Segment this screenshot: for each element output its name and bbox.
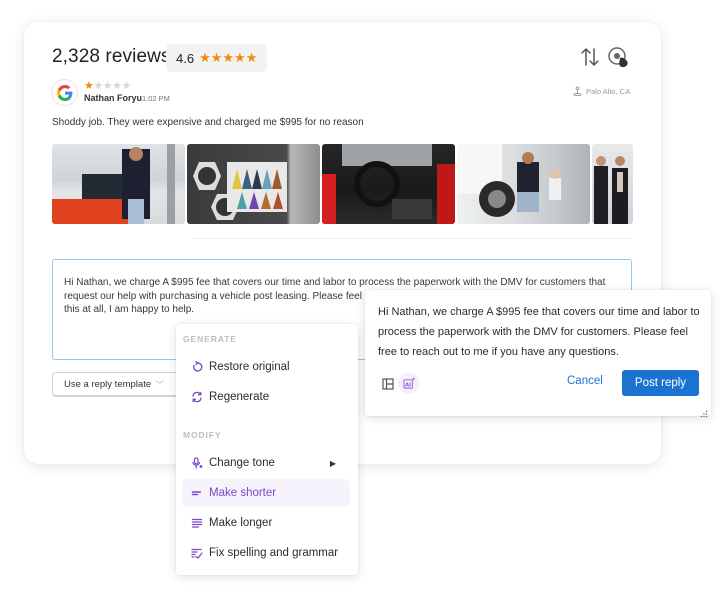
review-author: Nathan Foryu	[84, 93, 143, 103]
rating-stars: ★★★★★	[199, 50, 258, 65]
post-reply-button[interactable]: Post reply	[622, 370, 699, 396]
ai-options-menu: GENERATE Restore original Regenerate MOD…	[176, 324, 358, 575]
menu-item-fix-spelling[interactable]: Fix spelling and grammar	[182, 539, 350, 567]
review-location: Palo Alto, CA	[572, 86, 630, 97]
reviews-count: 2,328 reviews	[52, 46, 171, 67]
menu-section-generate: GENERATE	[183, 334, 237, 344]
menu-item-label: Regenerate	[209, 391, 270, 403]
menu-item-restore-original[interactable]: Restore original	[182, 353, 350, 381]
menu-item-change-tone[interactable]: Change tone ▶	[182, 449, 350, 477]
menu-item-make-shorter[interactable]: Make shorter	[182, 479, 350, 507]
sort-arrows-icon[interactable]	[579, 46, 601, 68]
review-star-filled: ★	[84, 80, 94, 92]
review-text: Shoddy job. They were expensive and char…	[52, 117, 364, 128]
regenerate-icon	[192, 391, 202, 403]
submenu-arrow-icon: ▶	[329, 458, 336, 468]
review-photo[interactable]	[457, 144, 590, 224]
review-photo[interactable]	[52, 144, 185, 224]
menu-item-label: Restore original	[209, 361, 290, 373]
shorter-icon	[191, 491, 202, 496]
resize-handle-icon[interactable]	[700, 405, 708, 418]
review-star-empty: ★★★★	[93, 80, 131, 92]
target-cursor-icon[interactable]	[607, 46, 631, 70]
review-photos	[52, 144, 633, 224]
review-photo[interactable]	[322, 144, 455, 224]
section-divider	[192, 238, 632, 239]
spelling-icon	[191, 548, 203, 559]
chevron-down-icon: ﹀	[155, 379, 165, 390]
menu-item-label: Fix spelling and grammar	[209, 547, 339, 559]
location-text: Palo Alto, CA	[586, 87, 631, 96]
google-icon	[52, 80, 77, 105]
popup-reply-text: Hi Nathan, we charge A $995 fee that cov…	[378, 306, 700, 358]
menu-item-label: Make shorter	[209, 487, 277, 499]
review-time: 1:02 PM	[142, 94, 170, 103]
menu-item-regenerate[interactable]: Regenerate	[182, 383, 350, 411]
reply-template-label: Use a reply template	[64, 378, 152, 390]
svg-text:AI: AI	[405, 382, 411, 388]
location-pin-icon	[573, 86, 582, 96]
layout-panel-icon[interactable]	[382, 377, 394, 390]
review-stars: ★★★★★	[84, 79, 131, 92]
menu-section-modify: MODIFY	[183, 430, 222, 440]
rating-value: 4.6	[176, 50, 195, 66]
menu-item-label: Change tone	[209, 457, 275, 469]
review-photo[interactable]	[187, 144, 320, 224]
longer-icon	[191, 518, 203, 528]
tone-icon	[192, 457, 203, 469]
ai-assist-icon[interactable]: AI	[398, 372, 420, 394]
menu-item-make-longer[interactable]: Make longer	[182, 509, 350, 537]
menu-item-label: Make longer	[209, 517, 273, 529]
cancel-button[interactable]: Cancel	[567, 375, 603, 387]
rating-badge: 4.6 ★★★★★	[166, 44, 267, 72]
review-photo[interactable]	[592, 144, 633, 224]
restore-icon	[193, 361, 203, 372]
reply-template-select[interactable]: Use a reply template ﹀	[52, 372, 182, 396]
